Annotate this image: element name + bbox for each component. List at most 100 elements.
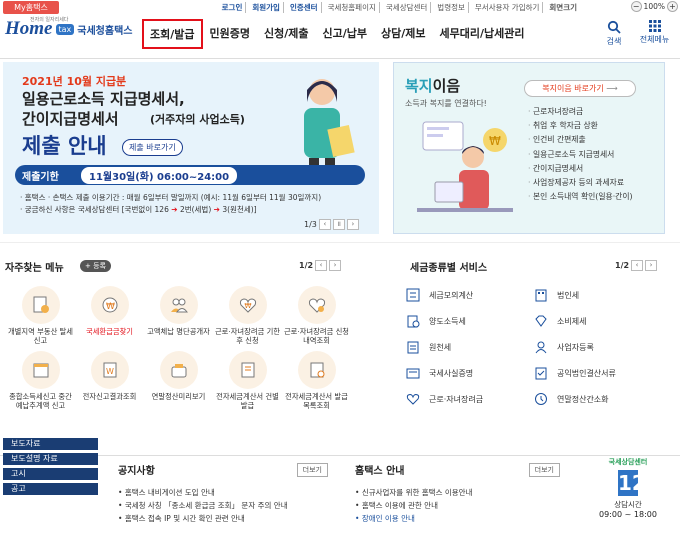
service-item[interactable]: 원천세 (405, 340, 533, 354)
nonresident-signup-link[interactable]: 무서사용자 가입하기 (472, 2, 544, 13)
nav-apply-submit[interactable]: 신청/제출 (257, 19, 316, 49)
search-button[interactable]: 검색 (599, 20, 629, 47)
favorite-item[interactable]: ₩ 근로·자녀장려금 기한후 신청 (213, 286, 282, 345)
favorite-item-label: 전자신고결과조회 (82, 392, 137, 401)
next-arrow-icon[interactable]: › (346, 219, 359, 230)
top-links: 로그인 회원가입 인증센터 국세청홈페이지 국세상담센터 법령정보 무서사용자 … (219, 2, 580, 13)
zoom-out-icon[interactable]: − (630, 1, 642, 12)
report-result-icon: W (90, 351, 129, 389)
prev-arrow-icon[interactable]: ‹ (631, 260, 644, 271)
zoom-in-icon[interactable]: + (667, 1, 678, 12)
favorites-pager: 1/2 ‹ › (299, 260, 342, 271)
notice-item[interactable]: 국세청 사칭 「종소세 환급금 조회」 문자 주의 안내 (118, 499, 328, 512)
auth-center-link[interactable]: 인증센터 (287, 2, 322, 13)
screen-size-label: 회면크기 (549, 3, 577, 12)
banner-note-contact-text: · 궁금하신 사항은 국세상담센터 [국번없이 126 (20, 205, 169, 214)
nav-consult-report[interactable]: 상담/제보 (374, 19, 433, 49)
prev-arrow-icon[interactable]: ‹ (318, 219, 331, 230)
services-page-indicator: 1/2 (615, 261, 630, 270)
service-item-label: 국세사실증명 (429, 368, 474, 378)
nav-civil-certificate[interactable]: 민원증명 (203, 19, 257, 49)
search-label: 검색 (606, 37, 622, 46)
favorite-item[interactable]: 전자세금계산서 발급목록조회 (282, 351, 351, 410)
welfare-item[interactable]: 근로자녀장려금 (528, 105, 633, 119)
consult-center-link[interactable]: 국세상담센터 (383, 2, 432, 13)
hometax-info-item[interactable]: 장애인 이용 안내 (355, 512, 560, 525)
favorites-page-indicator: 1/2 (299, 261, 314, 270)
hometax-info-item[interactable]: 홈택스 이용에 관한 안내 (355, 499, 560, 512)
nts-homepage-link[interactable]: 국세청홈페이지 (325, 2, 380, 13)
hometax-logo[interactable]: Home tax 국세청홈택스 (5, 18, 132, 40)
login-link[interactable]: 로그인 (219, 2, 247, 13)
service-item[interactable]: 법인세 (533, 288, 661, 302)
notice-more-button[interactable]: 더보기 (296, 462, 328, 477)
welfare-item[interactable]: 사업장제공자 등의 과세자료 (528, 176, 633, 190)
welfare-title: 복지이음 (405, 75, 460, 96)
banner-submit-shortcut-button[interactable]: 제출 바로가기 (122, 139, 183, 156)
service-item[interactable]: 공익법인결산서류 (533, 366, 661, 380)
service-item-label: 사업자등록 (557, 342, 594, 352)
prev-arrow-icon[interactable]: ‹ (315, 260, 328, 271)
service-item-label: 연말정산간소화 (557, 394, 609, 404)
notice-item[interactable]: 홈택스 내비게이션 도입 안내 (118, 486, 328, 499)
wallet-icon (159, 351, 198, 389)
nav-inquiry-issue[interactable]: 조회/발급 (142, 19, 203, 49)
welfare-item[interactable]: 일용근로소득 지급명세서 (528, 148, 633, 162)
my-hometax-tab[interactable]: My홈택스 (3, 1, 59, 14)
welfare-item[interactable]: 취업 후 학자금 상환 (528, 119, 633, 133)
all-menu-button[interactable]: 전체메뉴 (632, 20, 677, 45)
favorite-item[interactable]: 종합소득세신고 중간예납추계액 신고 (6, 351, 75, 410)
bottom-nav-notice[interactable]: 고시 (3, 468, 98, 480)
favorite-item[interactable]: 개별지역 부동산 탈세신고 (6, 286, 75, 345)
welfare-title-a: 복지 (405, 77, 433, 95)
favorite-item[interactable]: 근로·자녀장려금 신청내역조회 (282, 286, 351, 345)
service-item-label: 세금모의계산 (429, 290, 474, 300)
bottom-nav-press[interactable]: 보도자료 (3, 438, 98, 450)
service-item[interactable]: 사업자등록 (533, 340, 661, 354)
favorites-register-button[interactable]: + 등록 (80, 260, 111, 272)
welfare-illustration: ₩ (417, 121, 513, 212)
service-item-label: 법인세 (557, 290, 580, 300)
notice-item[interactable]: 홈택스 접속 IP 및 시간 확인 관련 안내 (118, 512, 328, 525)
favorite-item[interactable]: 고액체납 명단공개자 (144, 286, 213, 345)
service-item[interactable]: 국세사실증명 (405, 366, 533, 380)
service-item[interactable]: 연말정산간소화 (533, 392, 661, 406)
banner-note-period: · 홈택스 · 손택스 제출 이용기간 : 매월 6일부터 말일까지 (예시: … (20, 193, 322, 202)
favorite-item[interactable]: W 전자신고결과조회 (75, 351, 144, 410)
welfare-shortcut-button[interactable]: 복지이음 바로가기 ⟶ (524, 80, 636, 97)
zoom-control: − 100% + (630, 1, 678, 12)
favorite-item[interactable]: ₩ 국세환급금찾기 (75, 286, 144, 345)
logo-korean-text: 국세청홈택스 (77, 25, 133, 37)
welfare-item[interactable]: 인건비 간편제출 (528, 133, 633, 147)
banner-note-option2: 2번(세법) (179, 205, 212, 214)
service-item[interactable]: 양도소득세 (405, 314, 533, 328)
pause-icon[interactable]: ॥ (332, 219, 345, 230)
welfare-item[interactable]: 간이지급명세서 (528, 162, 633, 176)
service-item[interactable]: 소비제세 (533, 314, 661, 328)
hometax-info-section: 홈택스 안내 더보기 신규사업자를 위한 홈택스 이용안내 홈택스 이용에 관한… (355, 462, 560, 525)
bottom-nav-press-explain[interactable]: 보도설명 자료 (3, 453, 98, 465)
next-arrow-icon[interactable]: › (645, 260, 658, 271)
service-item[interactable]: 세금모의계산 (405, 288, 533, 302)
banner-note-option3: 3(원천세)] (222, 205, 257, 214)
signup-link[interactable]: 회원가입 (249, 2, 284, 13)
service-item[interactable]: 근로·자녀장려금 (405, 392, 533, 406)
law-info-link[interactable]: 법령정보 (434, 2, 469, 13)
service-item-label: 공익법인결산서류 (557, 368, 616, 378)
services-title: 세금종류별 서비스 (410, 263, 488, 274)
favorite-item[interactable]: 전자세금계산서 건별발급 (213, 351, 282, 410)
service-item-label: 소비제세 (557, 316, 587, 326)
hometax-info-more-button[interactable]: 더보기 (528, 462, 560, 477)
favorite-item-label: 근로·자녀장려금 신청내역조회 (283, 327, 350, 345)
invoice-icon (228, 351, 267, 389)
welfare-title-b: 이음 (432, 77, 461, 95)
favorite-item[interactable]: 연말정산미리보기 (144, 351, 213, 410)
nav-tax-agent[interactable]: 세무대리/납세관리 (432, 19, 531, 49)
nav-report-pay[interactable]: 신고/납부 (315, 19, 374, 49)
welfare-item[interactable]: 본인 소득내역 확인(일용·간이) (528, 190, 633, 204)
hometax-info-item[interactable]: 신규사업자를 위한 홈택스 이용안내 (355, 486, 560, 499)
banner-title-sub: (거주자의 사업소득) (150, 113, 245, 126)
bottom-nav-announce[interactable]: 공고 (3, 483, 98, 495)
banner-page-indicator: 1/3 (304, 220, 317, 229)
next-arrow-icon[interactable]: › (329, 260, 342, 271)
